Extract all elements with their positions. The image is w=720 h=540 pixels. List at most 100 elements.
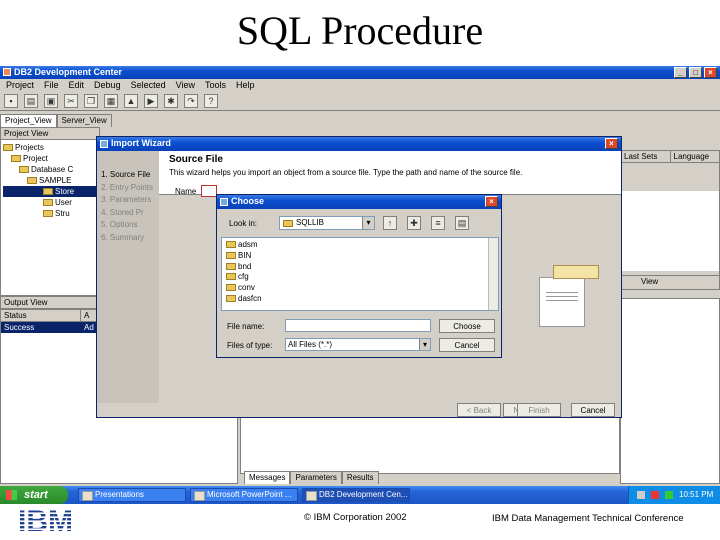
- back-button[interactable]: < Back: [457, 403, 501, 417]
- list-item[interactable]: bnd: [222, 262, 498, 273]
- tree-node[interactable]: Projects: [3, 142, 97, 153]
- tab-results[interactable]: Results: [341, 471, 379, 484]
- taskbar-task-powerpoint[interactable]: Microsoft PowerPoint ...: [190, 488, 298, 502]
- wizard-cancel-button[interactable]: Cancel: [571, 403, 615, 417]
- folder-icon: [226, 273, 236, 281]
- paste-icon[interactable]: ▦: [104, 93, 118, 108]
- choose-close-button[interactable]: ×: [485, 196, 498, 207]
- save-icon[interactable]: ▣: [44, 93, 58, 108]
- conference-name: IBM Data Management Technical Conference: [492, 513, 684, 524]
- list-item[interactable]: conv: [222, 283, 498, 294]
- folder-icon: [3, 144, 13, 151]
- choose-title-bar: Choose ×: [217, 195, 501, 209]
- details-view-icon[interactable]: ▤: [455, 216, 469, 230]
- app-icon: [3, 68, 11, 76]
- svg-text:IBM: IBM: [18, 506, 73, 534]
- column-header-action[interactable]: A: [81, 310, 89, 321]
- files-of-type-label: Files of type:: [227, 341, 273, 350]
- tree-node[interactable]: User: [3, 197, 97, 208]
- choose-dialog: Choose × Look in: SQLLIB ▾ ↑ ✚ ≡ ▤ adsm …: [216, 194, 502, 358]
- list-view-icon[interactable]: ≡: [431, 216, 445, 230]
- tree-node[interactable]: Database C: [3, 164, 97, 175]
- tab-parameters[interactable]: Parameters: [290, 471, 342, 484]
- step-stored-procedure[interactable]: 4. Stored Pr: [97, 207, 159, 220]
- tray-icon[interactable]: [651, 491, 659, 499]
- list-item[interactable]: dasfcn: [222, 294, 498, 305]
- windows-logo-icon: [6, 490, 17, 500]
- name-label: Name: [175, 187, 197, 196]
- right-panel: Last Sets Language View: [620, 150, 720, 290]
- scrollbar[interactable]: [488, 238, 498, 310]
- tray-icon[interactable]: [665, 491, 673, 499]
- start-button[interactable]: start: [0, 486, 68, 504]
- step-source-file[interactable]: 1. Source File: [97, 169, 159, 182]
- menu-selected[interactable]: Selected: [131, 79, 166, 91]
- help-icon[interactable]: ?: [204, 93, 218, 108]
- menu-tools[interactable]: Tools: [205, 79, 226, 91]
- chevron-down-icon[interactable]: ▾: [419, 339, 430, 350]
- maximize-button[interactable]: □: [689, 67, 702, 78]
- run-icon[interactable]: ▶: [144, 93, 158, 108]
- copy-icon[interactable]: ❐: [84, 93, 98, 108]
- list-item[interactable]: adsm: [222, 240, 498, 251]
- close-button[interactable]: ×: [704, 67, 717, 78]
- tab-project-view[interactable]: Project_View: [0, 114, 57, 127]
- menu-view[interactable]: View: [176, 79, 195, 91]
- tree-node[interactable]: Stru: [3, 208, 97, 219]
- tab-server-view[interactable]: Server_View: [56, 114, 112, 127]
- step-summary[interactable]: 6. Summary: [97, 232, 159, 245]
- folder-icon: [43, 199, 53, 206]
- file-name-label: File name:: [227, 322, 265, 331]
- step-options[interactable]: 5. Options: [97, 219, 159, 232]
- view-selector[interactable]: View: [621, 275, 719, 289]
- minimize-button[interactable]: _: [674, 67, 687, 78]
- column-header-status[interactable]: Status: [1, 310, 81, 321]
- tree-node[interactable]: Project: [3, 153, 97, 164]
- tab-messages[interactable]: Messages: [244, 471, 291, 484]
- menu-help[interactable]: Help: [236, 79, 255, 91]
- build-icon[interactable]: ▲: [124, 93, 138, 108]
- import-wizard-title: Import Wizard: [111, 138, 171, 148]
- tray-icon[interactable]: [637, 491, 645, 499]
- list-item[interactable]: BIN: [222, 251, 498, 262]
- menu-file[interactable]: File: [44, 79, 59, 91]
- menu-project[interactable]: Project: [6, 79, 34, 91]
- files-of-type-select[interactable]: All Files (*.*) ▾: [285, 338, 431, 351]
- list-item[interactable]: cfg: [222, 272, 498, 283]
- step-icon[interactable]: ↷: [184, 93, 198, 108]
- folder-icon: [11, 155, 21, 162]
- choose-button[interactable]: Choose: [439, 319, 495, 333]
- menu-debug[interactable]: Debug: [94, 79, 121, 91]
- choose-cancel-button[interactable]: Cancel: [439, 338, 495, 352]
- taskbar-task-presentations[interactable]: Presentations: [78, 488, 186, 502]
- tree-node-selected[interactable]: Store: [3, 186, 97, 197]
- chevron-down-icon[interactable]: ▾: [362, 217, 374, 229]
- wizard-description: This wizard helps you import an object f…: [169, 168, 523, 177]
- messages-panel: [240, 416, 620, 474]
- column-header-language[interactable]: Language: [671, 151, 720, 162]
- folder-icon: [226, 262, 236, 270]
- cut-icon[interactable]: ✂: [64, 93, 78, 108]
- taskbar-task-db2[interactable]: DB2 Development Cen...: [302, 488, 410, 502]
- finish-button[interactable]: Finish: [517, 403, 561, 417]
- debug-icon[interactable]: ✱: [164, 93, 178, 108]
- folder-icon: [226, 251, 236, 259]
- open-icon[interactable]: ▤: [24, 93, 38, 108]
- menu-edit[interactable]: Edit: [69, 79, 85, 91]
- column-header-last-sets[interactable]: Last Sets: [621, 151, 671, 162]
- wizard-heading: Source File: [169, 154, 223, 165]
- up-folder-icon[interactable]: ↑: [383, 216, 397, 230]
- file-name-input[interactable]: [285, 319, 431, 332]
- app-title: DB2 Development Center: [14, 67, 123, 77]
- taskbar: start Presentations Microsoft PowerPoint…: [0, 486, 720, 504]
- name-input[interactable]: [201, 185, 217, 197]
- new-folder-icon[interactable]: ✚: [407, 216, 421, 230]
- folder-icon: [43, 210, 53, 217]
- document-icon: [539, 277, 585, 327]
- step-parameters[interactable]: 3. Parameters: [97, 194, 159, 207]
- wizard-close-button[interactable]: ×: [605, 138, 618, 149]
- tree-node[interactable]: SAMPLE: [3, 175, 97, 186]
- step-entry-points[interactable]: 2. Entry Points: [97, 182, 159, 195]
- new-icon[interactable]: ▪: [4, 93, 18, 108]
- look-in-select[interactable]: SQLLIB ▾: [279, 216, 375, 230]
